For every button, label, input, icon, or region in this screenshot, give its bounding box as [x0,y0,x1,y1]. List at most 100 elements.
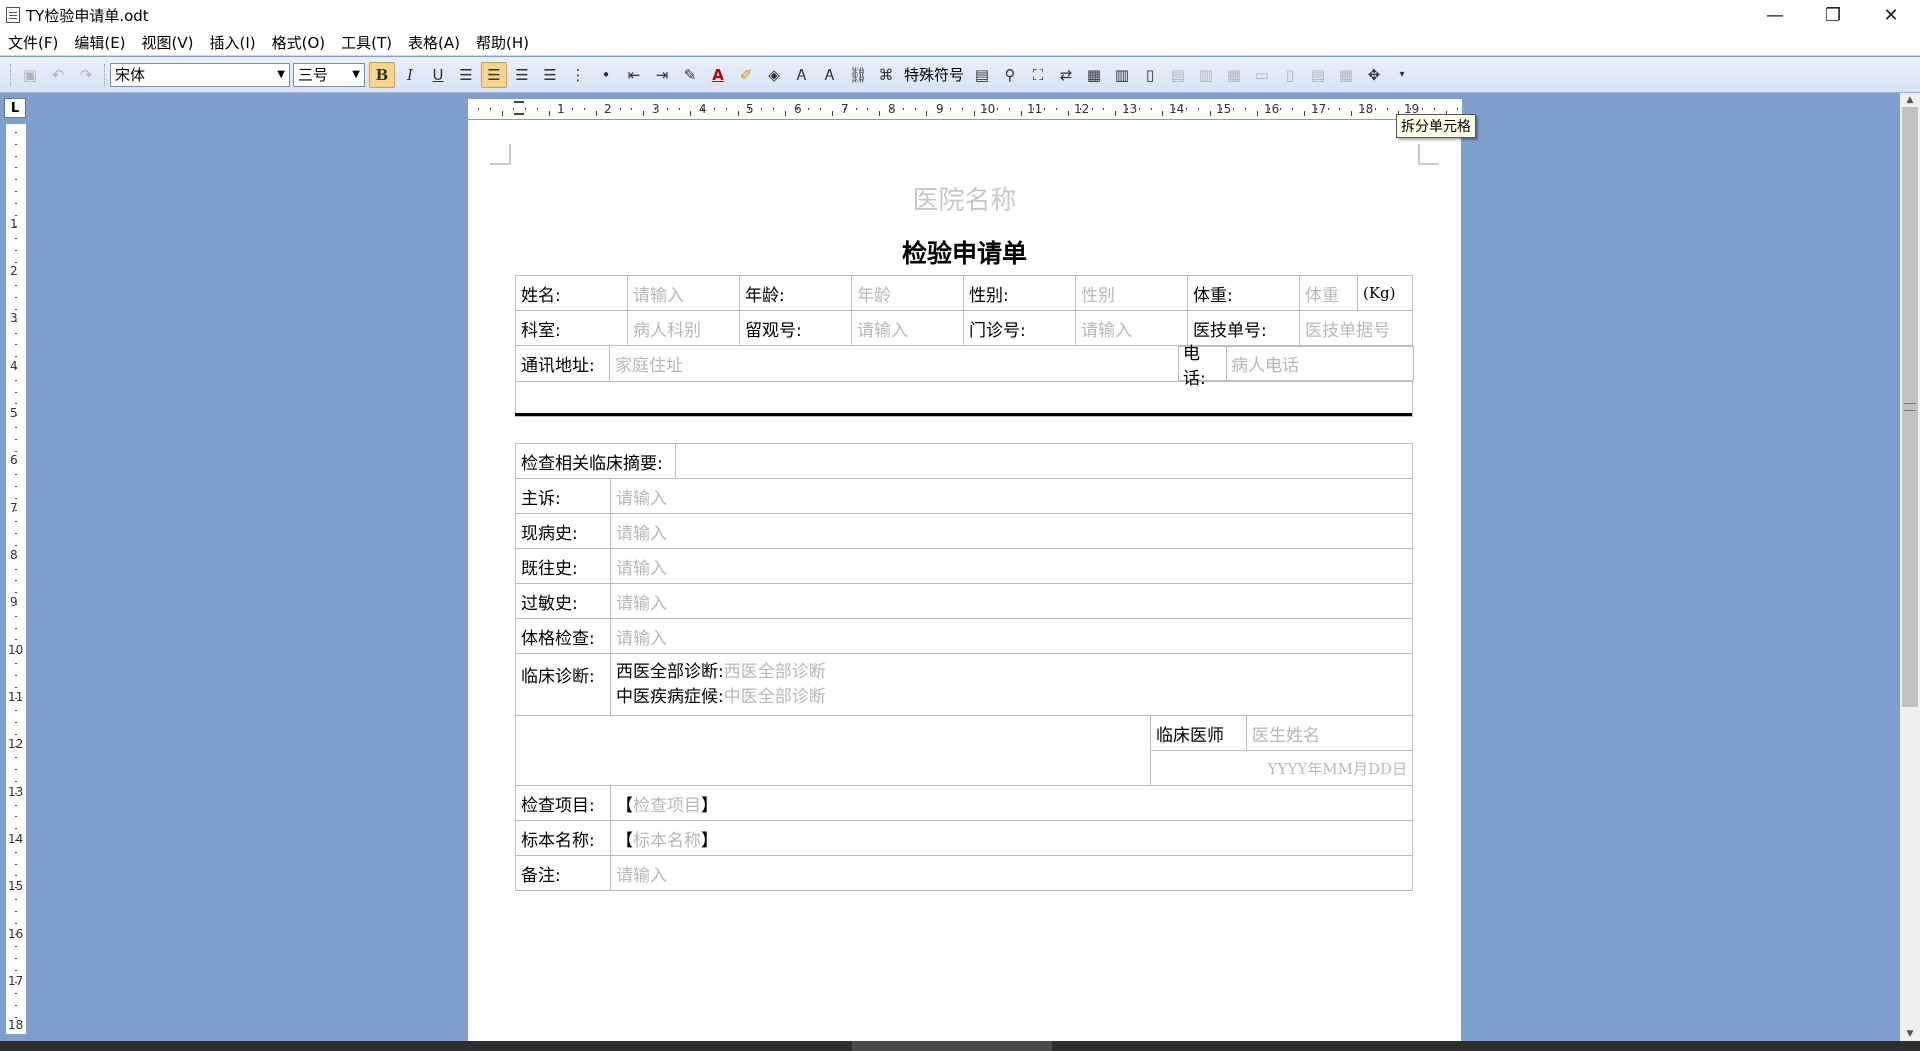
delete-col-icon[interactable]: ▯ [1277,62,1303,88]
close-button[interactable]: ✕ [1862,0,1920,30]
insert-field-icon[interactable]: ▤ [969,62,995,88]
ruler-tick [1091,108,1093,110]
past-history-field[interactable]: 请输入 [609,548,1414,584]
menu-tools[interactable]: 工具(T) [333,32,400,53]
italic-button[interactable]: I [397,62,423,88]
phone-field[interactable]: 病人电话 [1227,347,1413,380]
horizontal-ruler[interactable]: 1 2 3 4 5 6 7 8 9 10 11 12 13 14 15 16 1… [468,99,1462,119]
ruler-tick [1020,111,1022,116]
document-page[interactable]: 医院名称 检验申请单 姓名: 请输入 年龄: 年龄 性别: 性别 体重: 体重 … [468,120,1461,1041]
exam-item-label: 检查项目: [515,785,611,821]
present-illness-field[interactable]: 请输入 [609,513,1414,549]
bold-button[interactable]: B [369,61,395,88]
move-icon[interactable]: ✥ [1361,62,1387,88]
hospital-name-field[interactable]: 医院名称 [468,180,1461,217]
table-insert-icon[interactable]: ▦ [1081,62,1107,88]
chief-complaint-field[interactable]: 请输入 [609,478,1414,514]
special-chars-button[interactable]: 特殊符号 [900,64,968,85]
vertical-scrollbar[interactable]: ▲ ▼ [1900,93,1920,1041]
undo-icon[interactable]: ↶ [45,62,71,88]
menu-format[interactable]: 格式(O) [264,32,334,53]
signature-blank-cell[interactable] [514,715,1152,786]
exam-item-field[interactable]: 检查项目 [633,796,701,816]
tab-stop-selector[interactable]: L [4,98,26,118]
link-icon[interactable]: ⛓ [845,62,871,88]
ruler-tick [572,108,574,110]
menu-edit[interactable]: 编辑(E) [66,32,133,53]
clinic-no-field[interactable]: 请输入 [1075,310,1188,346]
western-diagnosis-label: 西医全部诊断: [616,661,724,682]
date-field[interactable]: YYYY年MM月DD日 [1150,750,1414,786]
toolbar-overflow-icon[interactable]: ▾ [1389,62,1415,88]
font-style-icon[interactable]: Ꭺ [789,62,815,88]
justify-icon[interactable]: ☰ [537,62,563,88]
table-cell-icon[interactable]: ▦ [1221,62,1247,88]
scroll-up-icon[interactable]: ▲ [1900,93,1920,107]
table-props-icon[interactable]: ▥ [1109,62,1135,88]
restore-button[interactable]: ❐ [1804,0,1862,30]
western-diagnosis-field[interactable]: 西医全部诊断 [724,662,826,682]
menu-help[interactable]: 帮助(H) [468,32,537,53]
highlight-icon[interactable]: ✐ [733,62,759,88]
weight-field[interactable]: 体重 [1299,275,1358,311]
delete-row-icon[interactable]: ▭ [1249,62,1275,88]
font-color-icon[interactable]: A [705,62,731,88]
font-name-select[interactable]: 宋体 ▼ [110,62,290,87]
replace-icon[interactable]: ⇄ [1053,62,1079,88]
numbered-list-icon[interactable]: ⋮ [565,62,591,88]
taskbar-active-app[interactable] [852,1041,1052,1051]
specimen-field[interactable]: 标本名称 [633,831,701,851]
name-field[interactable]: 请输入 [627,275,740,311]
underline-button[interactable]: U [425,62,451,88]
object-icon[interactable]: ⌘ [873,62,899,88]
remarks-field[interactable]: 请输入 [609,855,1414,891]
table-col-icon[interactable]: ▥ [1193,62,1219,88]
menu-insert[interactable]: 插入(I) [202,32,264,53]
fill-color-icon[interactable]: ◈ [761,62,787,88]
merge-cells-icon[interactable]: ▤ [1305,62,1331,88]
physical-exam-field[interactable]: 请输入 [609,618,1414,654]
scroll-down-icon[interactable]: ▼ [1900,1027,1920,1041]
menu-table[interactable]: 表格(A) [400,32,468,53]
font-size-select[interactable]: 三号 ▼ [293,62,365,87]
align-left-icon[interactable]: ☰ [453,62,479,88]
menu-file[interactable]: 文件(F) [0,32,66,53]
clinician-field[interactable]: 医生姓名 [1246,715,1414,751]
dept-field[interactable]: 病人科别 [627,310,740,346]
table-row-icon[interactable]: ▤ [1165,62,1191,88]
first-line-indent-marker[interactable] [514,101,524,103]
align-center-icon[interactable]: ☰ [481,61,507,88]
save-icon[interactable]: ▣ [17,62,43,88]
bullet-list-icon[interactable]: • [593,62,619,88]
tcm-syndrome-field[interactable]: 中医全部诊断 [724,687,826,707]
decrease-indent-icon[interactable]: ⇤ [621,62,647,88]
table-row: 主诉: 请输入 [515,478,1414,514]
ruler-tick [1127,108,1128,110]
ruler-tick [15,391,17,393]
clinical-summary-field[interactable] [675,443,1414,479]
font-size-up-icon[interactable]: Ꭺ [817,62,843,88]
split-cells-icon[interactable]: ▦ [1333,62,1359,88]
ruler-tick [15,403,17,405]
tech-order-field[interactable]: 医技单据号 [1299,310,1413,346]
page-icon[interactable]: ▯ [1137,62,1163,88]
ruler-tick [15,462,17,464]
ruler-tick [15,415,17,417]
sex-field[interactable]: 性别 [1075,275,1188,311]
align-right-icon[interactable]: ☰ [509,62,535,88]
redo-icon[interactable]: ↷ [73,62,99,88]
increase-indent-icon[interactable]: ⇥ [649,62,675,88]
left-indent-marker[interactable] [514,113,524,115]
ruler-tick [15,969,17,971]
toolbar-grip[interactable] [10,63,12,86]
empty-row[interactable] [515,381,1413,417]
search-icon[interactable]: ⚲ [997,62,1023,88]
observation-no-field[interactable]: 请输入 [851,310,964,346]
allergy-history-field[interactable]: 请输入 [609,583,1414,619]
find-icon[interactable]: ⛶ [1025,62,1051,88]
menu-view[interactable]: 视图(V) [134,32,202,53]
minimize-button[interactable]: — [1746,0,1804,30]
age-field[interactable]: 年龄 [851,275,964,311]
format-painter-icon[interactable]: ✎ [677,62,703,88]
vertical-ruler[interactable]: 1 2 3 4 5 6 7 8 9 10 11 12 13 14 15 16 1… [6,124,26,1034]
